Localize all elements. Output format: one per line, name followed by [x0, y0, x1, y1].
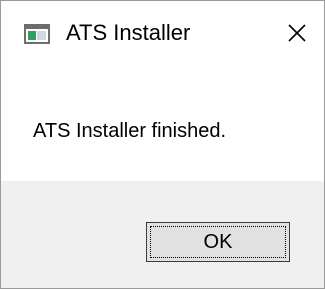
- window-title: ATS Installer: [66, 20, 191, 45]
- close-x-icon: [288, 24, 306, 42]
- dialog-content: ATS Installer finished.: [1, 65, 324, 181]
- ok-button[interactable]: OK: [146, 222, 290, 262]
- icon-green-pane: [28, 31, 36, 40]
- icon-body-pane: [37, 31, 46, 40]
- close-button[interactable]: [277, 15, 317, 51]
- ok-button-label: OK: [203, 231, 233, 253]
- icon-titlebar-strip: [26, 26, 48, 29]
- application-window-icon: [24, 24, 50, 44]
- message-text: ATS Installer finished.: [33, 120, 227, 142]
- title-bar[interactable]: ATS Installer: [1, 1, 324, 65]
- message-dialog: ATS Installer ATS Installer finished. OK: [0, 0, 325, 289]
- button-bar: OK: [1, 181, 324, 288]
